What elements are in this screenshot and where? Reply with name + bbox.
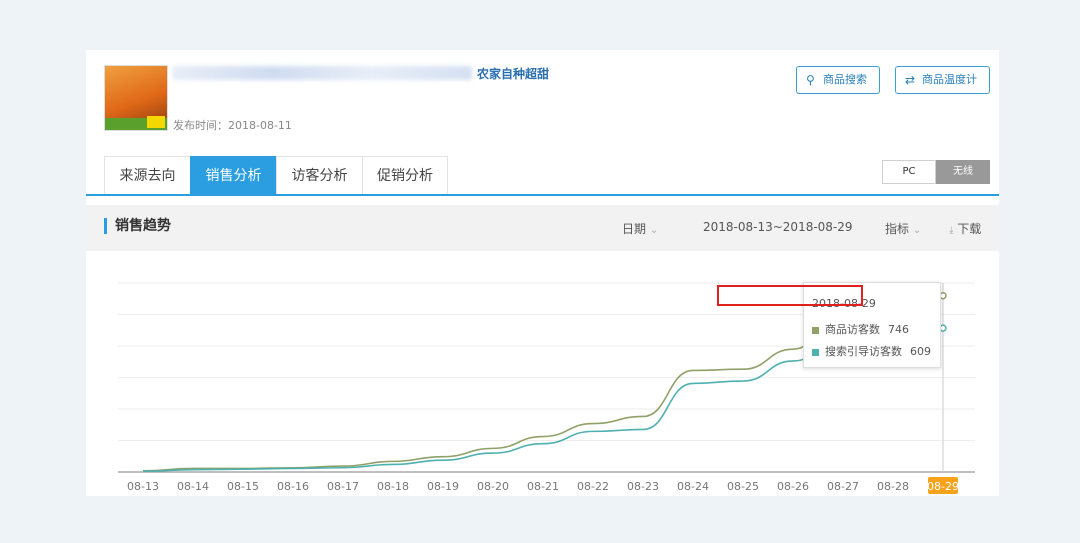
device-wireless-button[interactable]: 无线 [936, 160, 990, 184]
x-tick-label: 08-29 [927, 480, 959, 493]
product-thermometer-label: 商品温度计 [922, 73, 977, 86]
product-thermometer-button[interactable]: ⇄ 商品温度计 [895, 66, 990, 94]
x-tick-label: 08-13 [127, 480, 159, 493]
x-tick-label: 08-21 [527, 480, 559, 493]
download-icon: ⤓ [949, 225, 954, 236]
product-search-button[interactable]: ⚲ 商品搜索 [796, 66, 880, 94]
tab-visitor-analysis[interactable]: 访客分析 [276, 156, 362, 195]
download-label: 下载 [957, 222, 982, 236]
legend-swatch-search [812, 348, 819, 356]
blurred-title-region [172, 66, 472, 80]
x-tick-label: 08-14 [177, 480, 209, 493]
search-icon: ⚲ [806, 73, 815, 87]
product-title-text: 农家自种超甜 [477, 67, 550, 81]
legend-swatch-visitors [812, 326, 819, 334]
thumbnail-tag [147, 116, 165, 128]
tooltip-value-visitors: 746 [888, 323, 909, 336]
product-title[interactable]: 农家自种超甜 [172, 66, 562, 81]
date-range[interactable]: 2018-08-13~2018-08-29 [703, 220, 853, 234]
chevron-down-icon: ⌄ [912, 225, 922, 236]
x-tick-label: 08-17 [327, 480, 359, 493]
x-tick-label: 08-20 [477, 480, 509, 493]
tooltip-label-visitors: 商品访客数 [825, 323, 880, 336]
highlight-box [717, 285, 863, 306]
publish-date: 发布时间：2018-08-11 [173, 119, 292, 132]
device-pc-button[interactable]: PC [882, 160, 936, 184]
tooltip-row-search-visitors: 搜索引导访客数 609 [812, 343, 931, 359]
x-tick-label: 08-22 [577, 480, 609, 493]
x-tick-label: 08-28 [877, 480, 909, 493]
date-dropdown[interactable]: 日期 ⌄ [622, 220, 658, 237]
product-thumbnail[interactable] [104, 65, 168, 131]
swap-arrows-icon: ⇄ [905, 73, 916, 87]
x-tick-label: 08-26 [777, 480, 809, 493]
tooltip-row-visitors: 商品访客数 746 [812, 321, 909, 337]
x-tick-label: 08-18 [377, 480, 409, 493]
device-toggle: PC 无线 [882, 160, 990, 184]
x-tick-label: 08-15 [227, 480, 259, 493]
download-button[interactable]: ⤓ 下载 [949, 220, 981, 237]
product-card: 农家自种超甜 发布时间：2018-08-11 ⚲ 商品搜索 ⇄ 商品温度计 来源… [86, 50, 999, 496]
tooltip-value-search: 609 [910, 345, 931, 358]
tab-underline [86, 194, 999, 196]
tooltip-label-search: 搜索引导访客数 [825, 345, 902, 358]
tab-promotion-analysis[interactable]: 促销分析 [362, 156, 448, 195]
x-tick-label: 08-25 [727, 480, 759, 493]
x-tick-label: 08-23 [627, 480, 659, 493]
x-tick-label: 08-16 [277, 480, 309, 493]
chevron-down-icon: ⌄ [649, 225, 659, 236]
x-tick-label: 08-24 [677, 480, 709, 493]
tab-sales-analysis[interactable]: 销售分析 [190, 156, 276, 195]
tab-source[interactable]: 来源去向 [104, 156, 190, 195]
x-tick-label: 08-19 [427, 480, 459, 493]
x-tick-label: 08-27 [827, 480, 859, 493]
date-dropdown-label: 日期 [622, 222, 647, 236]
sales-trend-header: 销售趋势 日期 ⌄ 2018-08-13~2018-08-29 指标 ⌄ ⤓ 下… [86, 205, 999, 251]
metric-dropdown[interactable]: 指标 ⌄ [885, 220, 921, 237]
section-title: 销售趋势 [104, 218, 171, 234]
metric-dropdown-label: 指标 [885, 222, 910, 236]
analysis-tabs: 来源去向 销售分析 访客分析 促销分析 [104, 156, 448, 195]
product-search-label: 商品搜索 [823, 73, 867, 86]
